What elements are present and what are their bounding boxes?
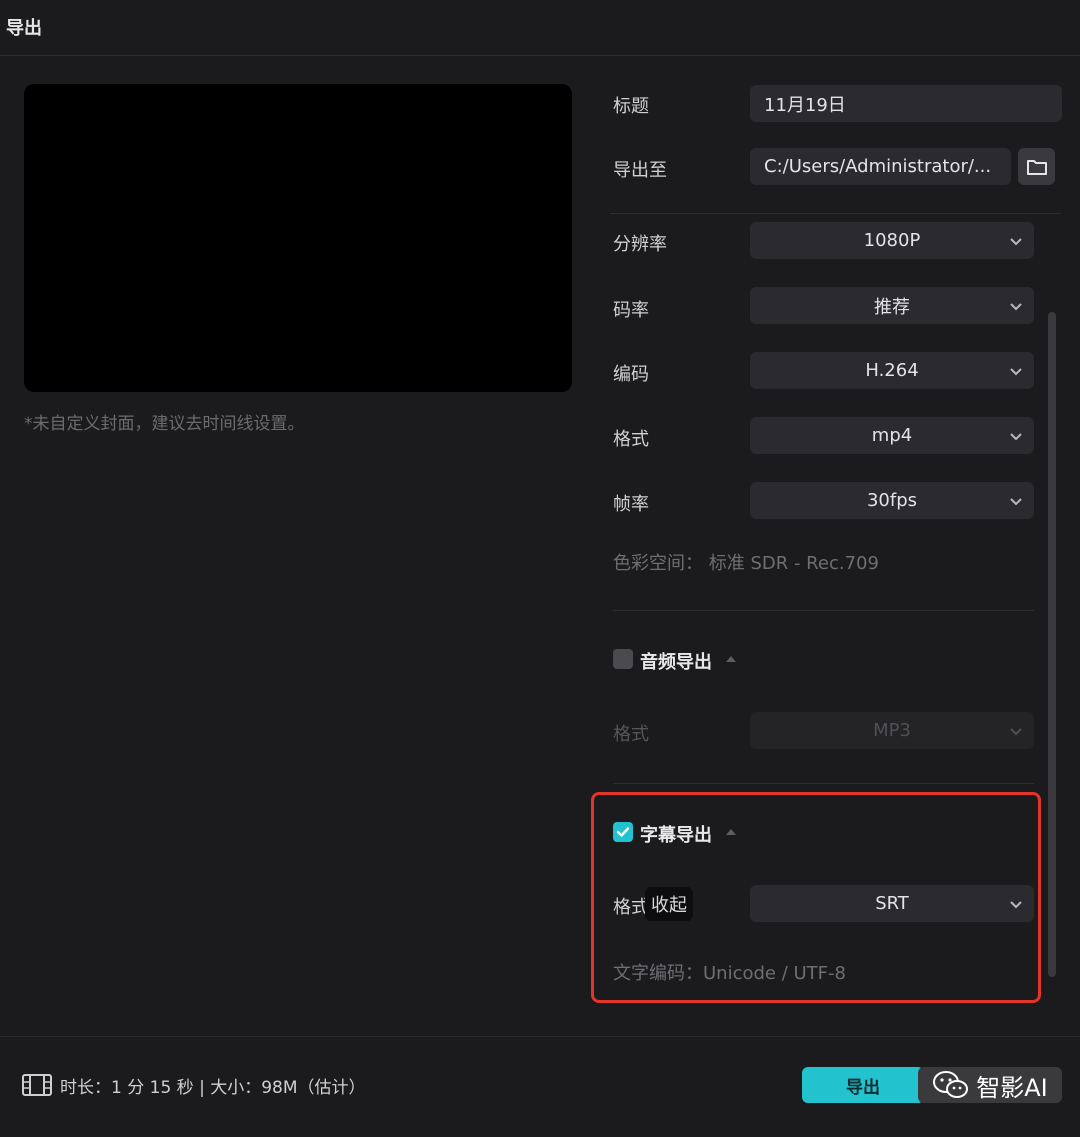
codec-label: 编码: [613, 364, 649, 385]
chevron-down-icon: [1010, 237, 1022, 245]
video-preview: [24, 84, 572, 392]
audio-export-title: 音频导出: [640, 652, 712, 673]
fps-select[interactable]: 30fps: [750, 482, 1034, 519]
title-bar: [0, 0, 1080, 56]
resolution-label: 分辨率: [613, 234, 667, 255]
format-select[interactable]: mp4: [750, 417, 1034, 454]
title-value: 11月19日: [764, 94, 846, 116]
format-label: 格式: [613, 429, 649, 450]
color-space-info: 色彩空间： 标准 SDR - Rec.709: [613, 553, 879, 574]
watermark: 智影AI: [918, 1067, 1062, 1103]
chevron-down-icon: [1010, 727, 1022, 735]
codec-value: H.264: [865, 360, 919, 381]
chevron-down-icon: [1010, 302, 1022, 310]
resolution-select[interactable]: 1080P: [750, 222, 1034, 259]
export-path-input[interactable]: C:/Users/Administrator/...: [750, 148, 1011, 185]
format-value: mp4: [871, 425, 913, 446]
chevron-down-icon: [1010, 497, 1022, 505]
codec-select[interactable]: H.264: [750, 352, 1034, 389]
chevron-down-icon: [1010, 432, 1022, 440]
export-path-value: C:/Users/Administrator/...: [764, 156, 992, 177]
resolution-value: 1080P: [863, 230, 921, 251]
subtitle-highlight-box: [591, 792, 1041, 1003]
duration-size-info: 时长：1 分 15 秒 | 大小：98M（估计）: [60, 1078, 366, 1098]
bitrate-select[interactable]: 推荐: [750, 287, 1034, 324]
title-input[interactable]: 11月19日: [750, 85, 1062, 122]
film-icon: [22, 1074, 52, 1096]
audio-export-checkbox[interactable]: [613, 649, 633, 669]
audio-format-label: 格式: [613, 724, 649, 745]
fps-value: 30fps: [866, 490, 918, 511]
export-button[interactable]: 导出: [802, 1067, 924, 1103]
scrollbar[interactable]: [1048, 312, 1056, 977]
wechat-icon: [933, 1071, 969, 1098]
cover-note: *未自定义封面，建议去时间线设置。: [24, 414, 305, 434]
watermark-text: 智影AI: [976, 1073, 1048, 1102]
folder-icon: [1026, 159, 1047, 175]
audio-format-value: MP3: [873, 720, 911, 741]
chevron-down-icon: [1010, 367, 1022, 375]
export-to-label: 导出至: [613, 160, 667, 181]
title-label: 标题: [613, 96, 649, 117]
fps-label: 帧率: [613, 494, 649, 515]
window-title: 导出: [6, 18, 42, 39]
subtitle-divider: [613, 783, 1034, 784]
collapse-caret-icon[interactable]: [726, 656, 736, 662]
audio-format-select: MP3: [750, 712, 1034, 749]
footer-divider: [0, 1036, 1080, 1037]
bitrate-value: 推荐: [874, 296, 910, 318]
browse-folder-button[interactable]: [1018, 148, 1055, 185]
audio-divider: [613, 610, 1034, 611]
bitrate-label: 码率: [613, 300, 649, 321]
